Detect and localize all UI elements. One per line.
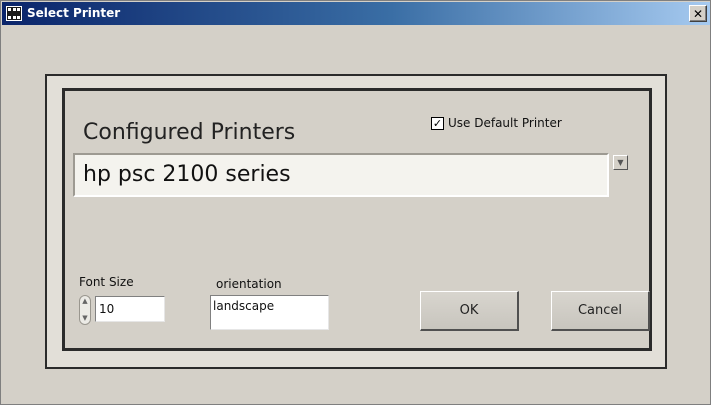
cancel-button[interactable]: Cancel xyxy=(551,291,650,331)
increment-decrement-icon[interactable]: ▲ ▼ xyxy=(79,295,91,325)
orientation-label: orientation xyxy=(216,277,282,291)
spinner-up-icon[interactable]: ▲ xyxy=(82,298,87,305)
use-default-printer-label: Use Default Printer xyxy=(448,116,562,130)
close-icon[interactable]: ✕ xyxy=(689,5,707,22)
title-bar[interactable]: Select Printer ✕ xyxy=(2,2,710,25)
chevron-down-icon[interactable]: ▼ xyxy=(613,155,628,170)
orientation-input[interactable]: landscape xyxy=(210,295,329,330)
checkbox-box[interactable]: ✓ xyxy=(431,116,444,130)
font-size-label: Font Size xyxy=(79,275,134,289)
window-title: Select Printer xyxy=(27,6,121,20)
configured-printers-heading: Configured Printers xyxy=(83,120,296,145)
app-icon xyxy=(6,6,22,21)
use-default-printer-checkbox[interactable]: ✓ Use Default Printer xyxy=(431,115,562,131)
font-size-input[interactable]: 10 xyxy=(95,296,165,322)
ok-button[interactable]: OK xyxy=(420,291,519,331)
select-printer-dialog: Select Printer ✕ Configured Printers ✓ U… xyxy=(0,0,711,405)
printer-select[interactable]: hp psc 2100 series xyxy=(73,153,609,197)
spinner-down-icon[interactable]: ▼ xyxy=(82,315,87,322)
